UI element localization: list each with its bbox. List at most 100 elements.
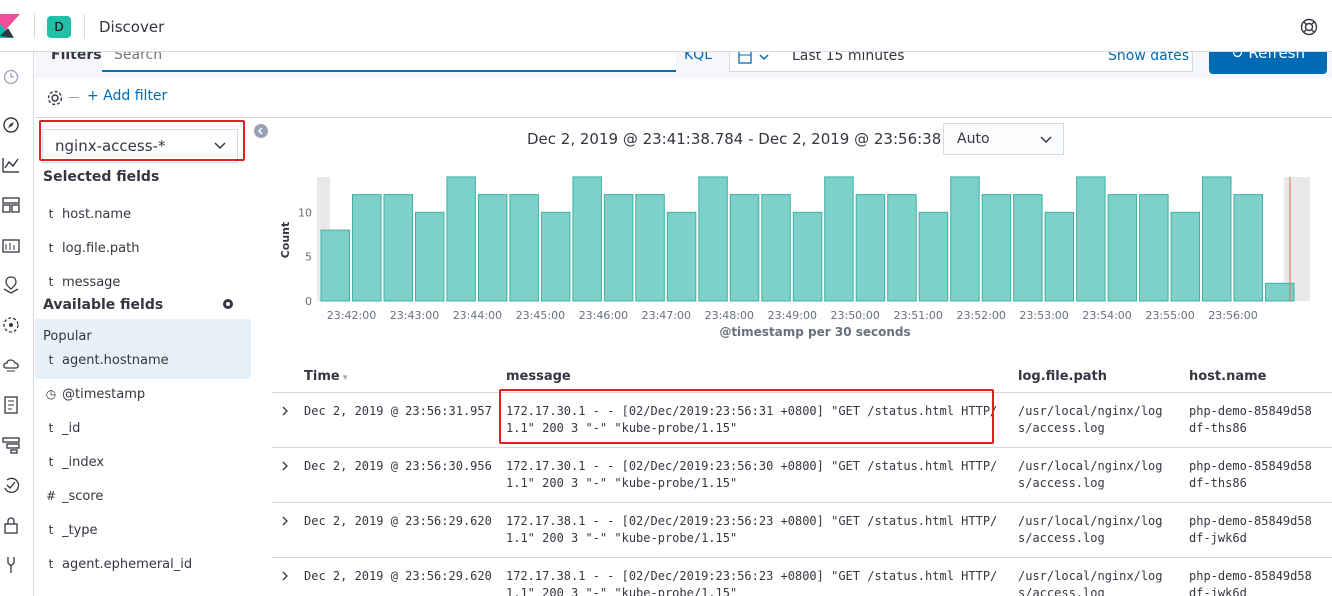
column-header-message[interactable]: message xyxy=(506,369,571,384)
space-avatar[interactable]: D xyxy=(47,16,71,38)
collapse-sidebar-icon[interactable] xyxy=(254,124,268,138)
expand-row-icon[interactable] xyxy=(280,570,290,581)
time-range-label: Dec 2, 2019 @ 23:41:38.784 - Dec 2, 2019… xyxy=(527,130,995,148)
histogram-bar[interactable] xyxy=(540,211,571,302)
uptime-icon[interactable] xyxy=(2,476,20,494)
filter-row: + Add filter xyxy=(35,78,1332,118)
apm-icon[interactable] xyxy=(2,436,20,454)
histogram-bar[interactable] xyxy=(603,194,634,302)
message-cell: 172.17.38.1 - - [02/Dec/2019:23:56:23 +0… xyxy=(506,514,998,545)
histogram-bar[interactable] xyxy=(1044,211,1075,302)
histogram-bar[interactable] xyxy=(1139,194,1169,302)
histogram-bar[interactable] xyxy=(352,194,382,302)
x-tick-label: 23:52:00 xyxy=(956,309,1005,322)
histogram-bar[interactable] xyxy=(509,194,539,302)
interval-select[interactable]: Auto xyxy=(943,123,1064,155)
field-type-icon: t xyxy=(48,523,54,537)
maps-icon[interactable] xyxy=(2,276,20,294)
canvas-icon[interactable] xyxy=(2,236,20,254)
x-tick-label: 23:47:00 xyxy=(642,309,691,322)
histogram-bar[interactable] xyxy=(887,194,917,302)
histogram-bar[interactable] xyxy=(572,176,602,302)
histogram-bar[interactable] xyxy=(824,176,854,302)
field-item[interactable]: t agent.ephemeral_id xyxy=(35,549,251,583)
expand-row-icon[interactable] xyxy=(280,515,290,526)
field-name: _type xyxy=(62,523,98,538)
help-icon[interactable] xyxy=(1300,18,1318,36)
histogram-bar[interactable] xyxy=(1076,176,1106,302)
column-header-log-file-path[interactable]: log.file.path xyxy=(1018,369,1107,384)
expand-row-icon[interactable] xyxy=(280,405,290,416)
infrastructure-icon[interactable] xyxy=(2,356,20,374)
column-header-host-name[interactable]: host.name xyxy=(1189,369,1266,384)
x-tick-label: 23:51:00 xyxy=(893,309,942,322)
x-axis-label: @timestamp per 30 seconds xyxy=(719,325,910,339)
field-item[interactable]: t _type xyxy=(35,515,251,549)
x-tick-label: 23:50:00 xyxy=(830,309,879,322)
histogram-bar[interactable] xyxy=(1202,176,1232,302)
field-item[interactable]: # _score xyxy=(35,481,251,515)
histogram-bar[interactable] xyxy=(950,176,980,302)
histogram-bar[interactable] xyxy=(918,211,949,302)
histogram-bar[interactable] xyxy=(1107,194,1138,302)
histogram-bar[interactable] xyxy=(1233,194,1263,302)
time-cell: Dec 2, 2019 @ 23:56:30.956 xyxy=(304,459,492,473)
top-header: D Discover xyxy=(0,0,1332,52)
header-divider xyxy=(84,14,85,38)
expand-row-icon[interactable] xyxy=(280,460,290,471)
histogram-bar[interactable] xyxy=(320,229,350,302)
siem-lock-icon[interactable] xyxy=(2,516,20,534)
histogram-bar[interactable] xyxy=(666,211,697,302)
histogram-bar[interactable] xyxy=(792,211,823,302)
field-item[interactable]: ◷ @timestamp xyxy=(35,379,251,413)
logs-icon[interactable] xyxy=(2,396,20,414)
selected-fields-title: Selected fields xyxy=(43,169,160,185)
histogram-chart[interactable]: 0 5 10 23:42:00 23:43:00 23:44:00 23:45:00 23:… xyxy=(270,160,1332,350)
recent-icon[interactable] xyxy=(2,68,20,86)
field-type-icon: t xyxy=(48,557,54,571)
histogram-bar[interactable] xyxy=(855,194,886,302)
field-item[interactable]: t message xyxy=(35,267,251,301)
histogram-bar[interactable] xyxy=(1013,194,1043,302)
x-tick-label: 23:43:00 xyxy=(390,309,439,322)
kibana-logo-icon[interactable] xyxy=(0,14,20,38)
dashboard-icon[interactable] xyxy=(2,196,20,214)
histogram-bar[interactable] xyxy=(981,194,1012,302)
ml-icon[interactable] xyxy=(2,316,20,334)
visualize-icon[interactable] xyxy=(2,156,20,174)
field-item[interactable]: t _index xyxy=(35,447,251,481)
field-type-icon: t xyxy=(48,455,54,469)
discover-icon[interactable] xyxy=(2,116,20,134)
clock-icon: ◷ xyxy=(45,387,57,401)
field-item[interactable]: t log.file.path xyxy=(35,233,251,267)
histogram-bar[interactable] xyxy=(761,194,791,302)
table-row[interactable]: Dec 2, 2019 @ 23:56:30.956 172.17.30.1 -… xyxy=(272,448,1332,503)
x-tick-label: 23:48:00 xyxy=(705,309,754,322)
field-item[interactable]: t host.name xyxy=(35,199,251,233)
field-item[interactable]: t agent.hostname xyxy=(35,345,251,379)
x-tick-label: 23:46:00 xyxy=(579,309,628,322)
table-row[interactable]: Dec 2, 2019 @ 23:56:29.620 172.17.38.1 -… xyxy=(272,503,1332,558)
gear-icon[interactable] xyxy=(46,89,64,107)
x-tick-label: 23:42:00 xyxy=(327,309,376,322)
dev-tools-icon[interactable] xyxy=(2,556,20,574)
y-tick-label: 0 xyxy=(305,295,312,308)
histogram-bar[interactable] xyxy=(698,176,728,302)
gear-icon[interactable] xyxy=(221,297,235,311)
field-item[interactable]: t _id xyxy=(35,413,251,447)
time-cell: Dec 2, 2019 @ 23:56:29.620 xyxy=(304,569,492,583)
histogram-bar[interactable] xyxy=(729,194,760,302)
host-name-cell: php-demo-85849d58 df-jwk6d xyxy=(1189,514,1312,545)
add-filter-button[interactable]: + Add filter xyxy=(87,88,167,104)
y-tick-label: 10 xyxy=(298,206,312,219)
histogram-bar[interactable] xyxy=(1170,211,1201,302)
histogram-bar[interactable] xyxy=(635,194,665,302)
histogram-bar[interactable] xyxy=(383,194,413,302)
field-name: _score xyxy=(62,489,104,504)
histogram-bar[interactable] xyxy=(477,194,508,302)
column-header-time[interactable]: Time ▾ xyxy=(304,369,347,384)
page-title: Discover xyxy=(99,18,165,36)
histogram-bar[interactable] xyxy=(415,211,445,302)
table-row[interactable]: Dec 2, 2019 @ 23:56:29.620 172.17.38.1 -… xyxy=(272,558,1332,596)
histogram-bar[interactable] xyxy=(446,176,476,302)
